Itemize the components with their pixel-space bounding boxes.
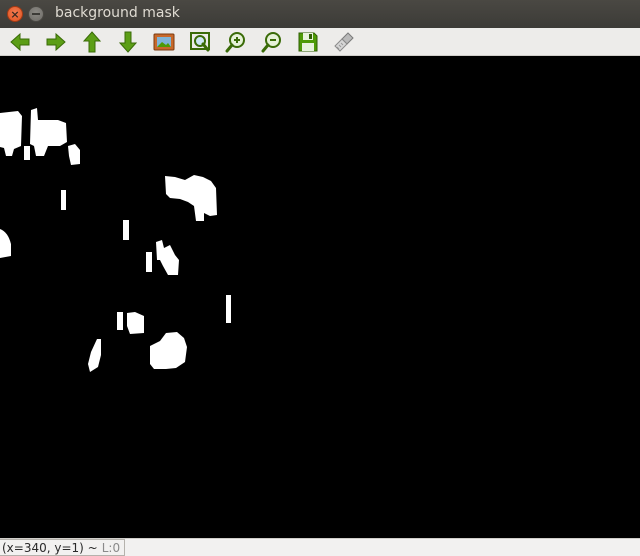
zoom-in-button[interactable] (223, 29, 249, 55)
zoom-out-icon (261, 32, 281, 53)
image-icon (153, 33, 175, 51)
arrow-left-icon (10, 32, 30, 52)
clear-button[interactable] (331, 29, 357, 55)
cursor-coordinates: (x=340, y=1) ~ (2, 540, 98, 555)
pan-left-button[interactable] (7, 29, 33, 55)
zoom-in-icon (225, 32, 245, 53)
image-canvas[interactable] (0, 56, 640, 538)
title-bar: × background mask (0, 0, 640, 28)
window-title: background mask (55, 5, 180, 21)
app-window: × background mask (x=340, y=1) ~ L:0 (0, 0, 640, 556)
zoom-fit-icon (190, 32, 210, 52)
minimize-button[interactable] (28, 6, 44, 22)
status-readout: (x=340, y=1) ~ L:0 (0, 539, 126, 556)
arrow-down-icon (118, 31, 138, 53)
save-button[interactable] (295, 29, 321, 55)
save-icon (298, 32, 318, 52)
arrow-right-icon (46, 32, 66, 52)
status-bar: (x=340, y=1) ~ L:0 (0, 538, 640, 556)
pan-up-button[interactable] (79, 29, 105, 55)
toolbar (0, 28, 640, 56)
close-icon: × (10, 7, 20, 21)
zoom-fit-button[interactable] (187, 29, 213, 55)
pan-right-button[interactable] (43, 29, 69, 55)
pan-down-button[interactable] (115, 29, 141, 55)
original-size-button[interactable] (151, 29, 177, 55)
zoom-level: L:0 (101, 540, 121, 555)
arrow-up-icon (82, 31, 102, 53)
zoom-out-button[interactable] (259, 29, 285, 55)
mask-image (0, 56, 640, 538)
clear-brush-icon (334, 32, 354, 52)
close-button[interactable]: × (7, 6, 23, 22)
